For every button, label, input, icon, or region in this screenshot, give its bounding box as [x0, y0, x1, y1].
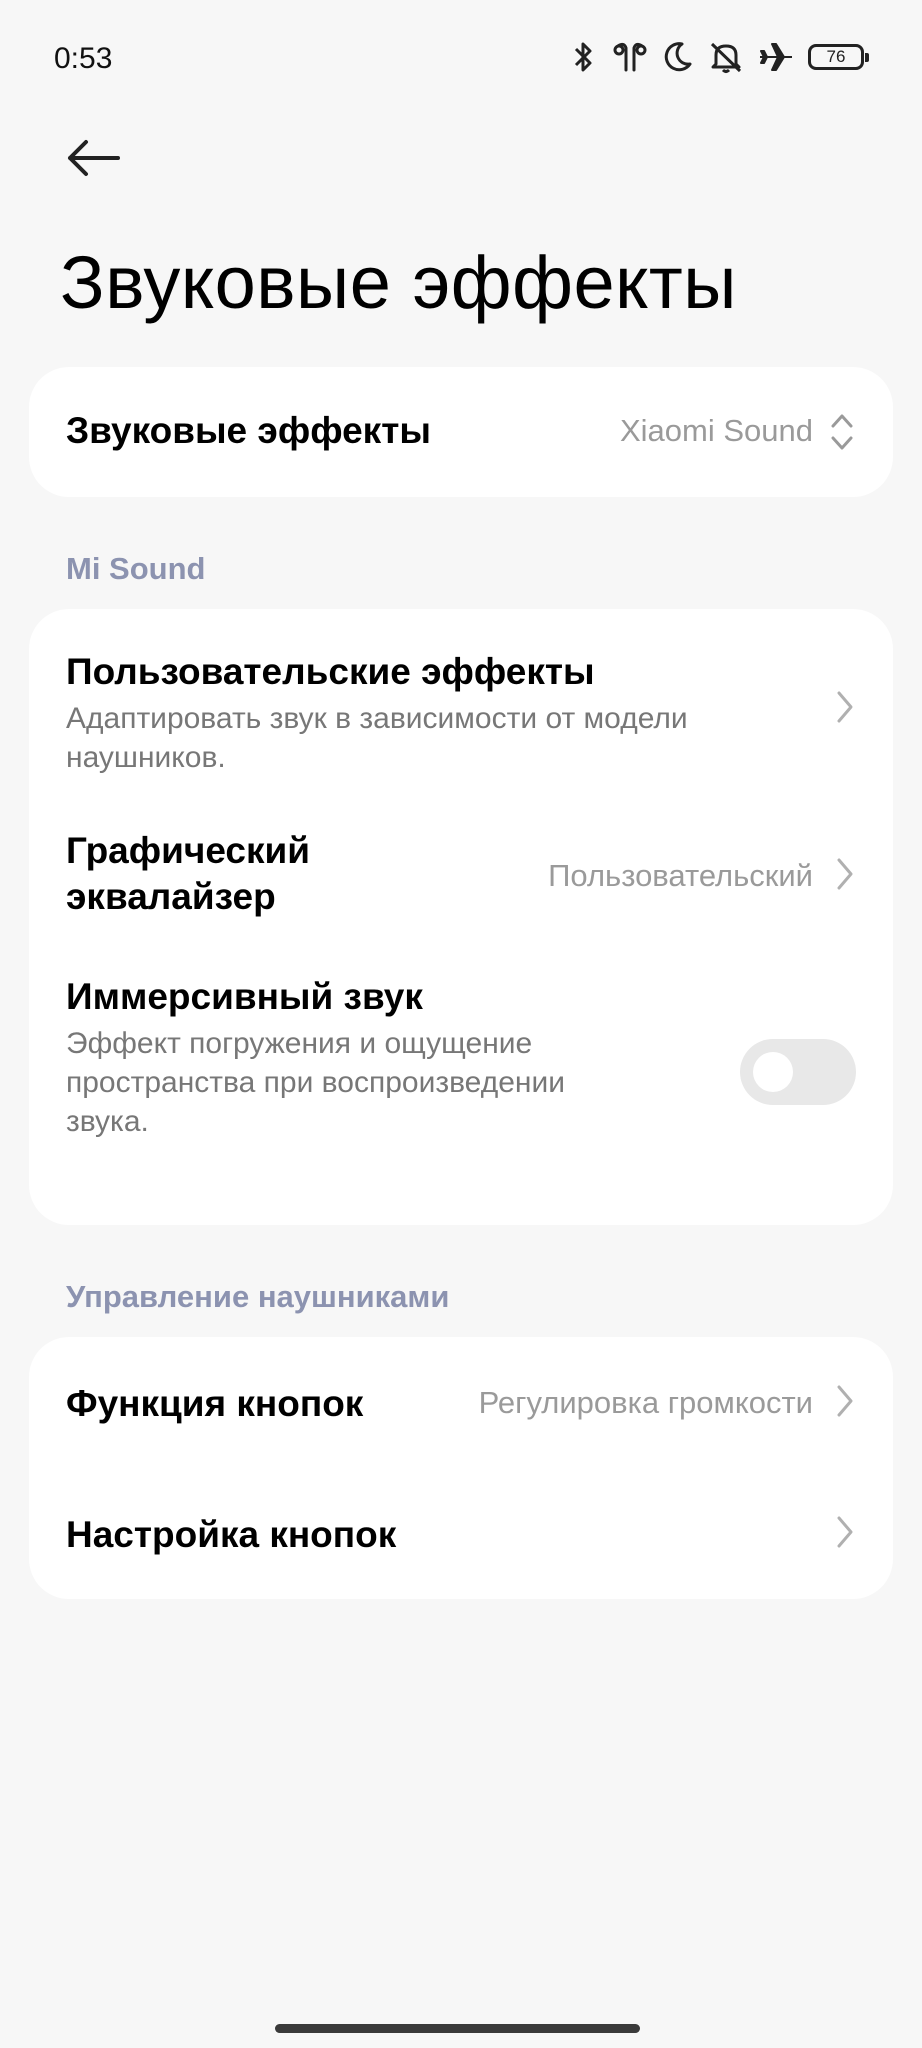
custom-effects-row[interactable]: Пользовательские эффекты Адаптировать зв…	[29, 609, 893, 804]
chevron-right-icon	[837, 1385, 853, 1417]
status-time: 0:53	[54, 42, 113, 75]
sound-effects-card: Звуковые эффекты Xiaomi Sound	[29, 367, 893, 497]
arrow-left-icon	[68, 140, 120, 176]
graphic-equalizer-row[interactable]: Графический эквалайзер Пользовательский	[29, 804, 893, 954]
immersive-sound-toggle[interactable]	[740, 1039, 856, 1105]
section-label-mi-sound: Mi Sound	[66, 551, 206, 586]
sound-effects-row[interactable]: Звуковые эффекты Xiaomi Sound	[29, 367, 893, 497]
graphic-equalizer-title-line1: Графический	[66, 830, 311, 871]
immersive-sound-subtitle-line2: пространства при воспроизведении	[66, 1066, 565, 1099]
mi-sound-card: Пользовательские эффекты Адаптировать зв…	[29, 609, 893, 1225]
button-function-row[interactable]: Функция кнопок Регулировка громкости	[29, 1337, 893, 1468]
button-settings-row[interactable]: Настройка кнопок	[29, 1468, 893, 1599]
airplane-icon	[760, 43, 792, 71]
sound-effects-label: Звуковые эффекты	[66, 410, 431, 451]
status-bar: 0:53 76	[0, 0, 922, 120]
immersive-sound-row[interactable]: Иммерсивный звук Эффект погружения и ощу…	[29, 954, 893, 1225]
chevron-right-icon	[837, 858, 853, 890]
sound-effects-value: Xiaomi Sound	[619, 413, 813, 448]
immersive-sound-subtitle-line1: Эффект погружения и ощущение	[66, 1027, 533, 1060]
button-function-title: Функция кнопок	[66, 1383, 364, 1424]
section-label-headphones: Управление наушниками	[66, 1279, 450, 1314]
bluetooth-icon	[574, 42, 592, 72]
graphic-equalizer-value: Пользовательский	[548, 858, 813, 893]
earbuds-icon	[613, 42, 647, 72]
toggle-knob	[753, 1052, 793, 1092]
immersive-sound-subtitle-line3: звука.	[66, 1105, 149, 1138]
battery-icon: 76	[808, 44, 869, 70]
button-function-value: Регулировка громкости	[478, 1385, 813, 1420]
status-icons: 76	[568, 40, 869, 74]
custom-effects-subtitle-line2: наушников.	[66, 741, 226, 774]
moon-icon	[664, 42, 692, 72]
bell-off-icon	[710, 42, 742, 73]
chevron-right-icon	[837, 691, 853, 723]
home-indicator[interactable]	[275, 2024, 640, 2033]
custom-effects-title: Пользовательские эффекты	[66, 651, 595, 692]
immersive-sound-title: Иммерсивный звук	[66, 976, 423, 1017]
graphic-equalizer-title-line2: эквалайзер	[66, 876, 276, 917]
up-down-chevron-icon	[831, 414, 853, 450]
page-title: Звуковые эффекты	[60, 241, 737, 324]
headphones-card: Функция кнопок Регулировка громкости Нас…	[29, 1337, 893, 1599]
custom-effects-subtitle-line1: Адаптировать звук в зависимости от модел…	[66, 702, 688, 735]
chevron-right-icon	[837, 1516, 853, 1548]
back-button[interactable]	[58, 128, 130, 188]
battery-level: 76	[826, 47, 846, 66]
button-settings-title: Настройка кнопок	[66, 1514, 397, 1555]
